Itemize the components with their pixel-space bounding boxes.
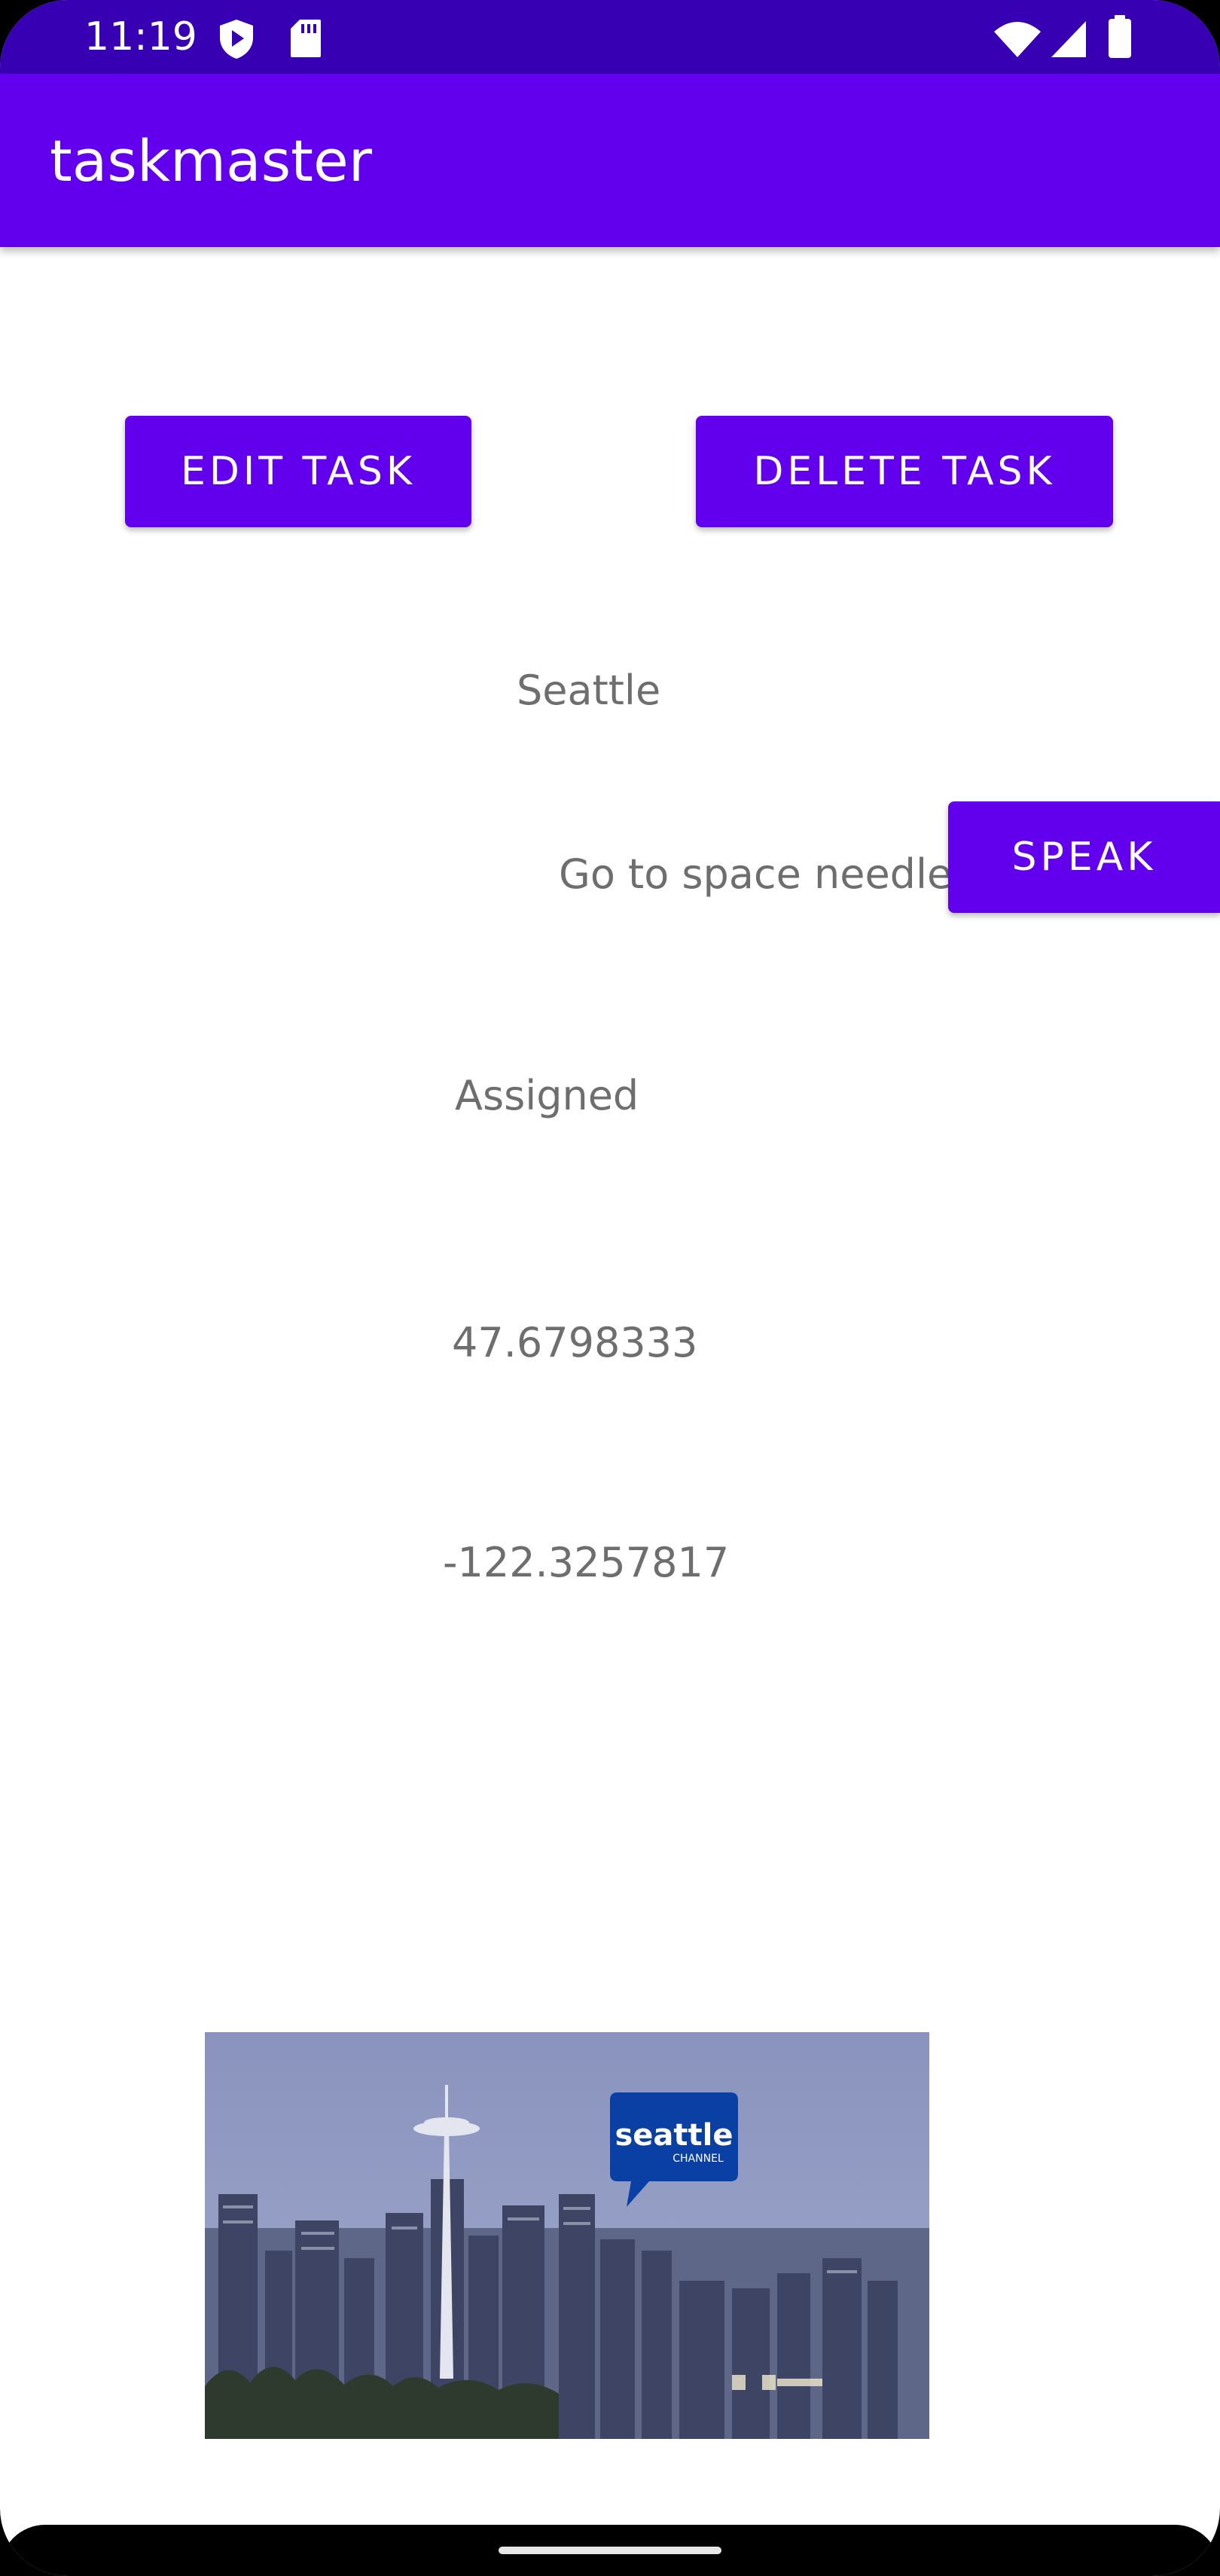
task-title: Seattle — [517, 667, 661, 714]
logo-text: seattle — [615, 2118, 733, 2153]
battery-icon — [1107, 15, 1133, 62]
wifi-icon — [993, 20, 1042, 62]
logo-subtext: CHANNEL — [673, 2153, 724, 2165]
edit-task-button[interactable]: EDIT TASK — [125, 416, 471, 527]
home-handle[interactable] — [499, 2547, 721, 2554]
sd-card-icon — [289, 18, 322, 62]
task-longitude: -122.3257817 — [443, 1539, 730, 1586]
app-title: taskmaster — [50, 127, 372, 194]
delete-task-button[interactable]: DELETE TASK — [696, 416, 1113, 527]
task-latitude: 47.6798333 — [452, 1319, 698, 1366]
status-bar: 11:19 — [0, 0, 1220, 74]
shield-play-icon — [217, 18, 256, 63]
navigation-bar — [0, 2525, 1220, 2576]
task-description: Go to space needle — [559, 850, 953, 898]
cell-signal-icon — [1050, 20, 1087, 62]
status-time: 11:19 — [84, 14, 197, 60]
screen: 11:19 taskmaster EDIT TASK DELETE TASK S… — [0, 0, 1220, 2576]
task-image: seattle CHANNEL — [205, 2032, 929, 2439]
app-bar: taskmaster — [0, 74, 1220, 247]
task-status: Assigned — [455, 1072, 639, 1119]
speak-button[interactable]: SPEAK — [948, 801, 1220, 913]
